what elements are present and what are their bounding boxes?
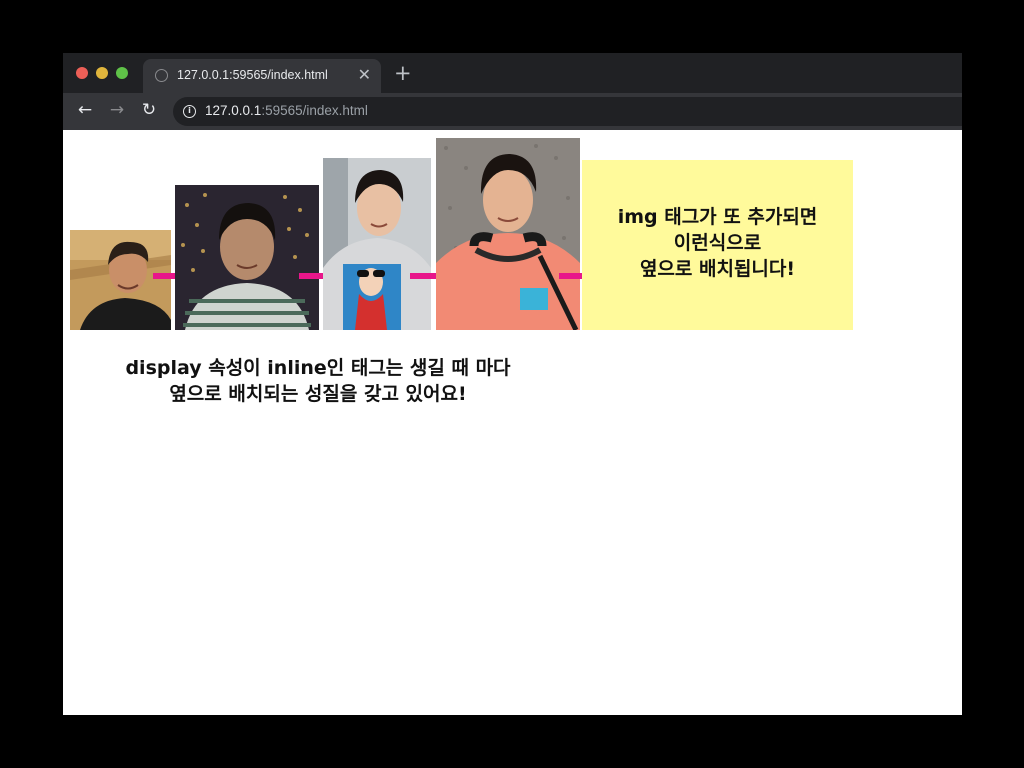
note-text: img 태그가 또 추가되면 이런식으로 옆으로 배치됩니다! (582, 204, 853, 282)
globe-icon (155, 69, 168, 82)
note-line-1: img 태그가 또 추가되면 (617, 206, 818, 228)
forward-arrow-icon[interactable]: → (106, 99, 128, 121)
caption-line-2: 옆으로 배치되는 성질을 갖고 있어요! (169, 383, 467, 405)
url-path: :59565/index.html (261, 103, 368, 118)
note-line-2: 이런식으로 (673, 232, 762, 254)
url-text[interactable]: 127.0.0.1:59565/index.html (205, 103, 368, 118)
minimize-window-button[interactable] (96, 67, 108, 79)
tab-title: 127.0.0.1:59565/index.html (177, 68, 328, 82)
close-window-button[interactable] (76, 67, 88, 79)
reload-icon[interactable]: ↻ (138, 99, 160, 121)
url-host: 127.0.0.1 (205, 103, 262, 118)
portrait-photo-2 (175, 185, 319, 330)
browser-window: 127.0.0.1:59565/index.html ✕ + ← → ↻ i 1… (63, 53, 962, 715)
back-arrow-icon[interactable]: ← (74, 99, 96, 121)
info-icon[interactable]: i (183, 105, 196, 118)
page-content: img 태그가 또 추가되면 이런식으로 옆으로 배치됩니다! display … (63, 130, 962, 715)
note-line-3: 옆으로 배치됩니다! (639, 258, 796, 280)
portrait-photo-3 (323, 158, 431, 330)
caption-line-1: display 속성이 inline인 태그는 생길 때 마다 (125, 357, 511, 379)
toolbar: ← → ↻ i 127.0.0.1:59565/index.html (63, 93, 962, 130)
tab-active[interactable]: 127.0.0.1:59565/index.html ✕ (143, 59, 381, 93)
maximize-window-button[interactable] (116, 67, 128, 79)
yellow-note-box: img 태그가 또 추가되면 이런식으로 옆으로 배치됩니다! (582, 160, 853, 330)
new-tab-icon[interactable]: + (394, 61, 412, 85)
tab-close-icon[interactable]: ✕ (358, 65, 371, 84)
tab-bar: 127.0.0.1:59565/index.html ✕ + (63, 53, 962, 93)
address-bar[interactable]: i 127.0.0.1:59565/index.html (173, 97, 962, 126)
caption-text: display 속성이 inline인 태그는 생길 때 마다 옆으로 배치되는… (103, 355, 533, 407)
portrait-photo-4 (436, 138, 580, 330)
